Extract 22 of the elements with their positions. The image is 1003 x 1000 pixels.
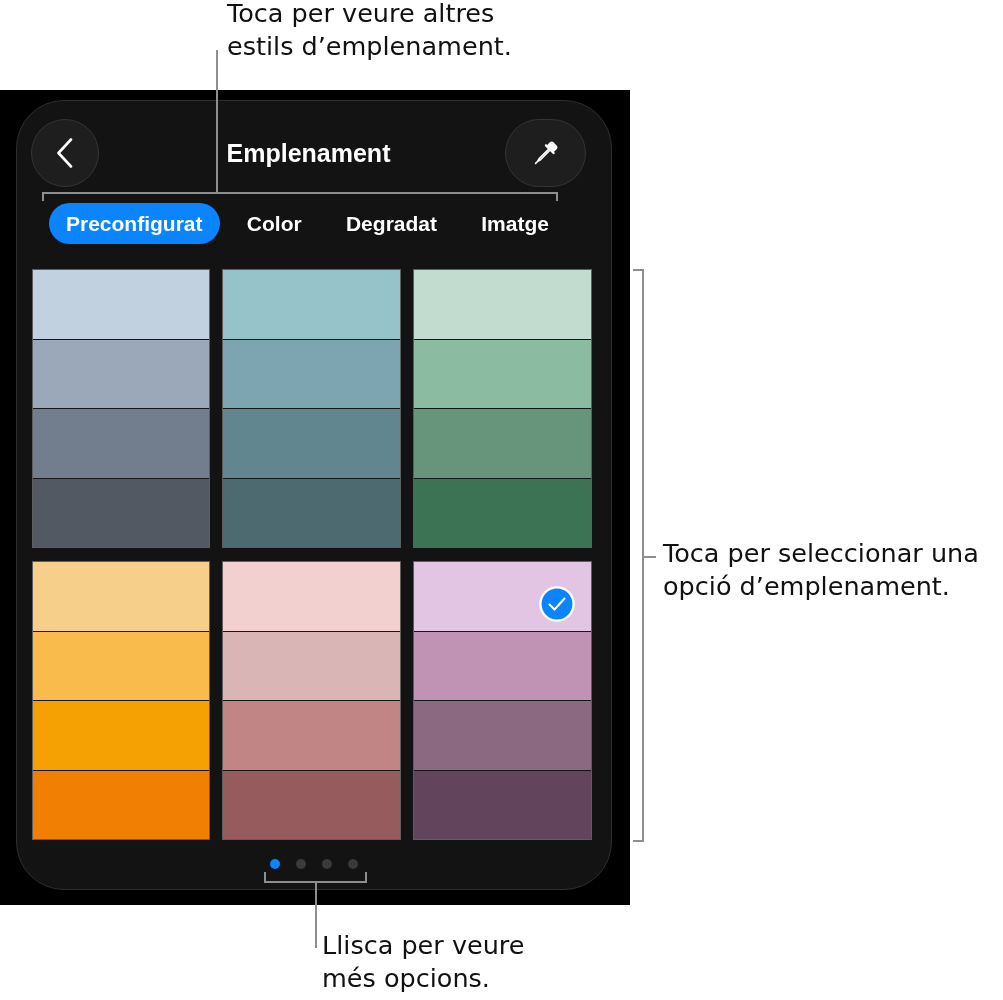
leader-line xyxy=(315,881,317,949)
fill-preset-swatch[interactable] xyxy=(222,269,401,548)
page-dot[interactable] xyxy=(347,859,358,869)
callout-text: Toca per seleccionar una opció d’emplenament. xyxy=(663,537,980,603)
callout-text: Llisca per veure més opcions. xyxy=(322,929,526,995)
leader-line xyxy=(642,556,657,558)
fill-style-tab[interactable]: Color xyxy=(229,203,319,244)
callout-text: Toca per veure altres estils d’emplenament. xyxy=(227,0,513,63)
fill-preset-swatch[interactable] xyxy=(413,561,592,840)
fill-style-tab[interactable]: Imatge xyxy=(464,203,566,244)
eyedropper-icon xyxy=(532,140,559,166)
fill-preset-swatch[interactable] xyxy=(32,561,210,840)
fill-style-tab[interactable]: Preconfigurat xyxy=(49,203,220,244)
panel-title: Emplenament xyxy=(226,138,391,168)
page-dot[interactable] xyxy=(270,859,281,869)
fill-preset-swatch[interactable] xyxy=(413,269,592,548)
page-dot[interactable] xyxy=(321,859,332,869)
fill-preset-swatch[interactable] xyxy=(32,269,210,548)
fill-preset-swatch[interactable] xyxy=(222,561,401,840)
fill-style-tab[interactable]: Degradat xyxy=(328,203,454,244)
page-dot[interactable] xyxy=(296,859,307,869)
chevron-left-icon xyxy=(56,138,74,168)
